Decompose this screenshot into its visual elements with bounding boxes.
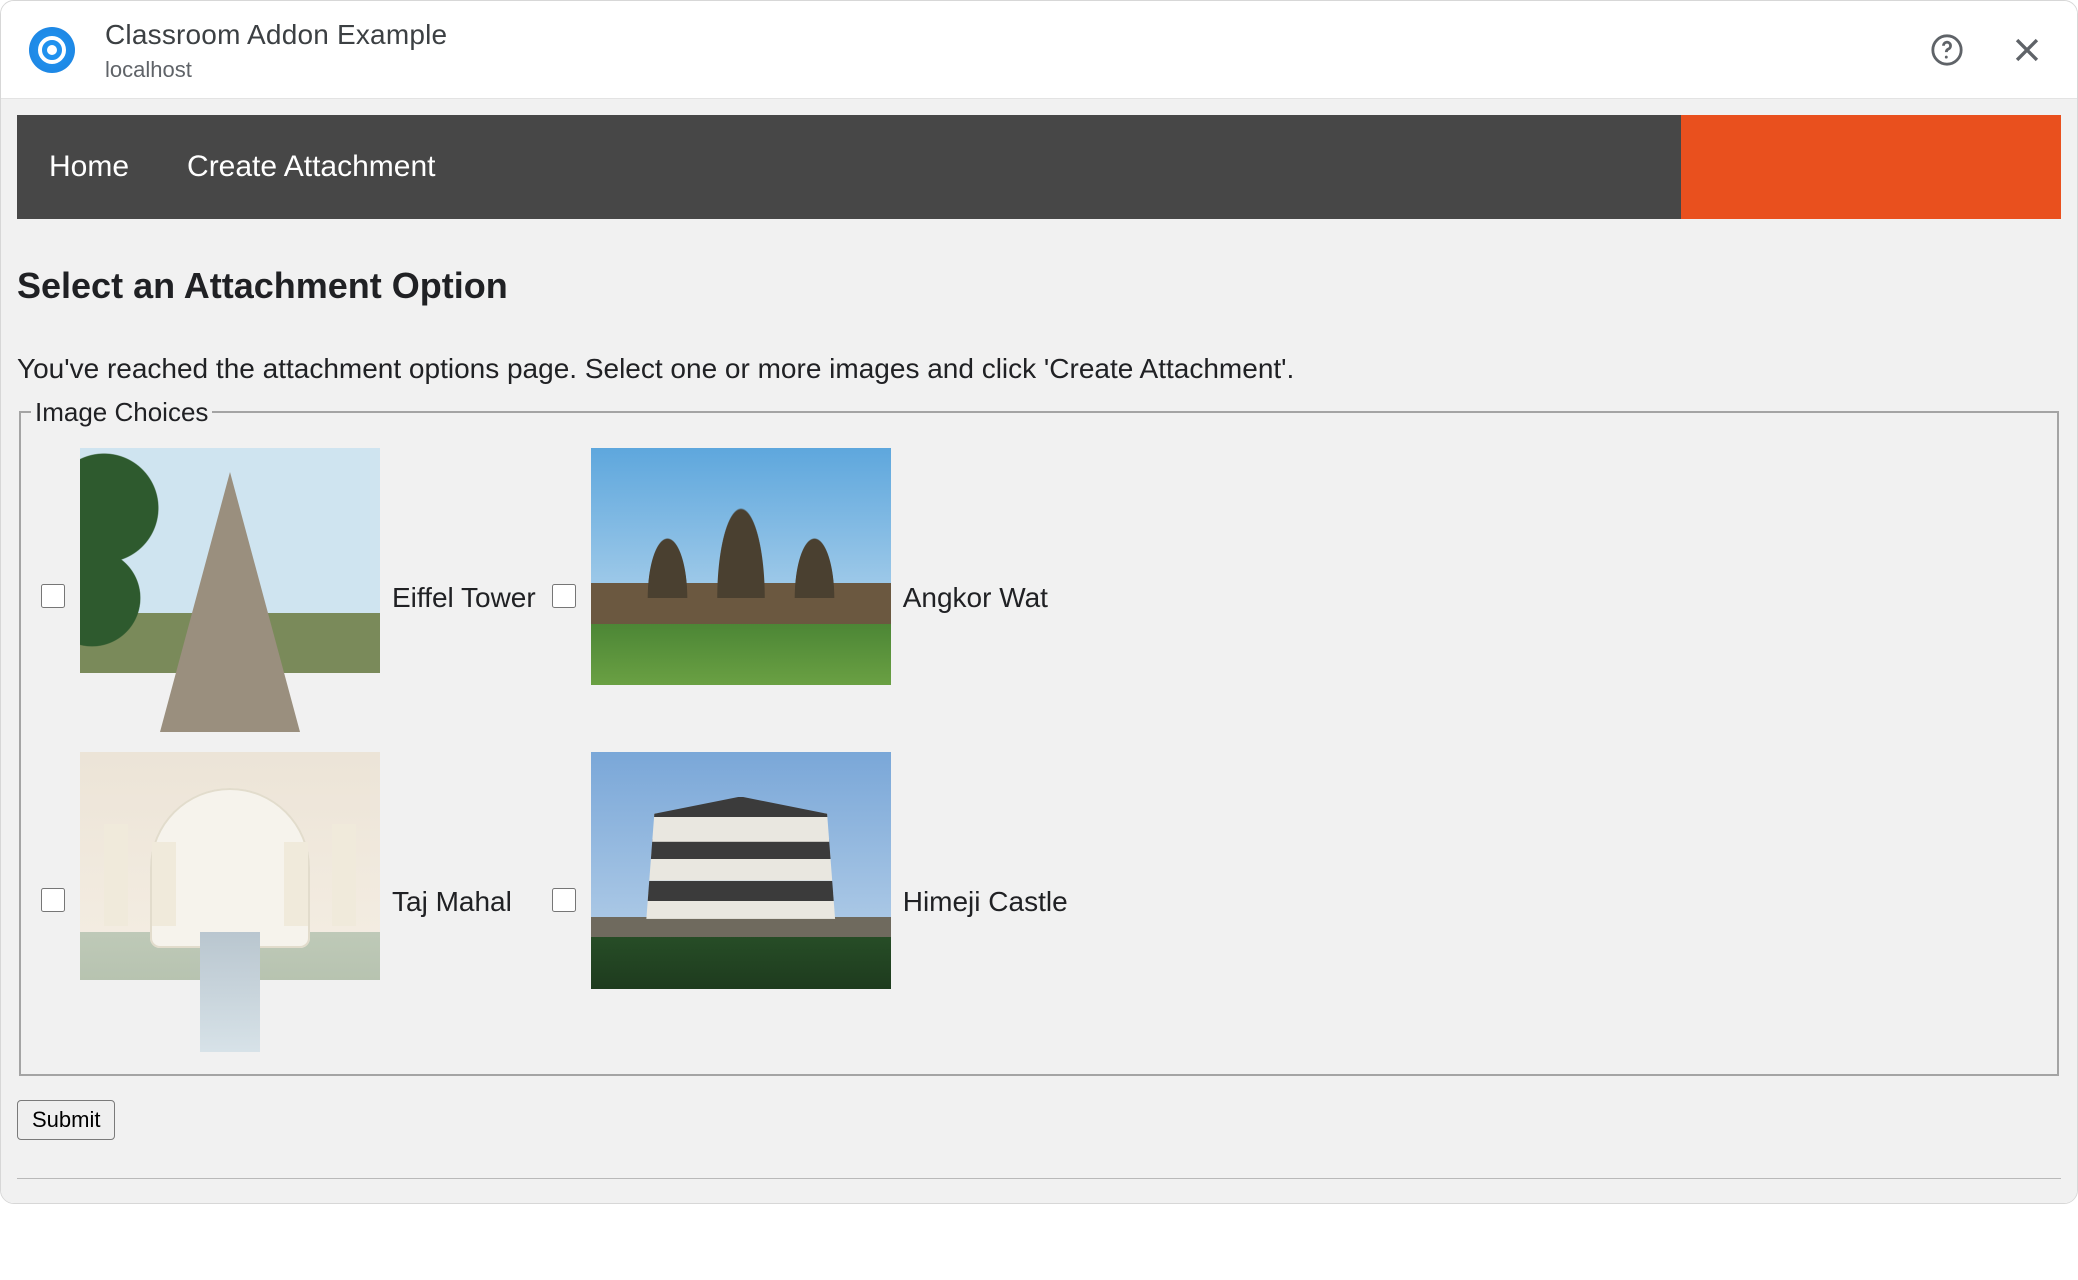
thumbnail-eiffel-tower [80, 448, 380, 748]
dialog-header: Classroom Addon Example localhost [1, 1, 2077, 99]
label-himeji-castle: Himeji Castle [903, 886, 1068, 917]
addon-logo-icon [29, 27, 75, 73]
checkbox-angkor-wat[interactable] [552, 584, 576, 608]
nav-item-home[interactable]: Home [49, 150, 129, 184]
top-navbar: Home Create Attachment [17, 115, 2061, 219]
label-taj-mahal: Taj Mahal [392, 886, 512, 917]
checkbox-eiffel-tower[interactable] [41, 584, 65, 608]
thumbnail-himeji-castle [591, 752, 891, 1052]
viewport: Classroom Addon Example localhost [0, 0, 2078, 1280]
dialog-title: Classroom Addon Example [105, 17, 1925, 52]
checkbox-taj-mahal[interactable] [41, 888, 65, 912]
nav-item-create-attachment[interactable]: Create Attachment [187, 150, 435, 184]
dialog-actions [1925, 28, 2049, 72]
image-choices-table: Eiffel Tower Angkor Wat Taj Mahal [31, 446, 1074, 1054]
thumbnail-taj-mahal [80, 752, 380, 1052]
addon-dialog: Classroom Addon Example localhost [0, 0, 2078, 1204]
thumbnail-angkor-wat [591, 448, 891, 748]
submit-button[interactable]: Submit [17, 1100, 115, 1140]
page-description: You've reached the attachment options pa… [17, 353, 2061, 385]
label-eiffel-tower: Eiffel Tower [392, 582, 536, 613]
image-choices-fieldset: Image Choices Eiffel Tower Angkor Wat [19, 397, 2059, 1076]
table-row: Eiffel Tower Angkor Wat [31, 446, 1074, 750]
nav-links: Home Create Attachment [17, 115, 436, 219]
table-row: Taj Mahal Himeji Castle [31, 750, 1074, 1054]
nav-accent-block [1681, 115, 2061, 219]
help-icon[interactable] [1925, 28, 1969, 72]
fieldset-legend: Image Choices [31, 397, 212, 428]
horizontal-rule [17, 1178, 2061, 1179]
addon-iframe-body: Home Create Attachment Select an Attachm… [1, 99, 2077, 1203]
nav-spacer [436, 115, 1682, 219]
dialog-subtitle: localhost [105, 56, 1925, 84]
checkbox-himeji-castle[interactable] [552, 888, 576, 912]
dialog-title-block: Classroom Addon Example localhost [105, 17, 1925, 84]
close-icon[interactable] [2005, 28, 2049, 72]
page-title: Select an Attachment Option [17, 265, 2061, 307]
label-angkor-wat: Angkor Wat [903, 582, 1048, 613]
